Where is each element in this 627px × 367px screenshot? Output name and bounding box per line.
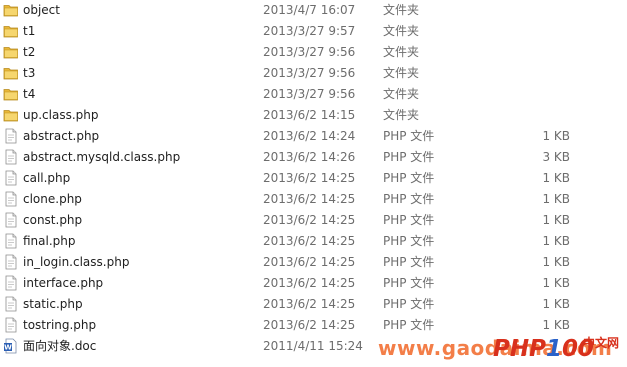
file-name: const.php	[23, 213, 83, 227]
file-name: t4	[23, 87, 36, 101]
file-size: 1 KB	[542, 192, 570, 206]
file-row[interactable]: abstract.mysqld.class.php 2013/6/2 14:26 P…	[0, 147, 627, 168]
file-type: PHP 文件	[383, 234, 435, 248]
file-name: t3	[23, 66, 36, 80]
file-date-modified: 2013/6/2 14:26	[263, 150, 356, 164]
file-row[interactable]: call.php 2013/6/2 14:25 PHP 文件 1 KB	[0, 168, 627, 189]
file-size: 1 KB	[542, 318, 570, 332]
file-name: tostring.php	[23, 318, 97, 332]
file-date-modified: 2013/3/27 9:57	[263, 24, 356, 38]
file-name: 面向对象.doc	[23, 339, 97, 353]
file-row[interactable]: tostring.php 2013/6/2 14:25 PHP 文件 1 KB	[0, 315, 627, 336]
svg-text:W: W	[4, 344, 12, 352]
php-file-icon	[3, 212, 19, 228]
file-date-modified: 2013/6/2 14:25	[263, 171, 356, 185]
file-type: PHP 文件	[383, 297, 435, 311]
file-size: 1 KB	[542, 171, 570, 185]
folder-icon	[3, 23, 19, 39]
file-row[interactable]: t2 2013/3/27 9:56 文件夹	[0, 42, 627, 63]
file-row[interactable]: in_login.class.php 2013/6/2 14:25 PHP 文件 1 …	[0, 252, 627, 273]
file-type: PHP 文件	[383, 171, 435, 185]
file-date-modified: 2013/6/2 14:25	[263, 318, 356, 332]
file-row[interactable]: W 面向对象.doc 2011/4/11 15:24	[0, 336, 627, 357]
file-size: 1 KB	[542, 255, 570, 269]
file-type: PHP 文件	[383, 129, 435, 143]
file-type: PHP 文件	[383, 192, 435, 206]
file-type: 文件夹	[383, 45, 420, 59]
file-date-modified: 2013/6/2 14:25	[263, 276, 356, 290]
file-name: call.php	[23, 171, 71, 185]
file-date-modified: 2013/6/2 14:25	[263, 234, 356, 248]
file-type: PHP 文件	[383, 276, 435, 290]
file-type: 文件夹	[383, 108, 420, 122]
file-row[interactable]: t1 2013/3/27 9:57 文件夹	[0, 21, 627, 42]
file-size: 1 KB	[542, 213, 570, 227]
php-file-icon	[3, 149, 19, 165]
file-row[interactable]: const.php 2013/6/2 14:25 PHP 文件 1 KB	[0, 210, 627, 231]
file-date-modified: 2013/6/2 14:25	[263, 192, 356, 206]
file-type: 文件夹	[383, 87, 420, 101]
file-row[interactable]: t4 2013/3/27 9:56 文件夹	[0, 84, 627, 105]
file-row[interactable]: clone.php 2013/6/2 14:25 PHP 文件 1 KB	[0, 189, 627, 210]
file-name: clone.php	[23, 192, 82, 206]
php-file-icon	[3, 233, 19, 249]
file-row[interactable]: static.php 2013/6/2 14:25 PHP 文件 1 KB	[0, 294, 627, 315]
file-size: 1 KB	[542, 276, 570, 290]
file-row[interactable]: t3 2013/3/27 9:56 文件夹	[0, 63, 627, 84]
file-date-modified: 2013/4/7 16:07	[263, 3, 356, 17]
file-date-modified: 2013/6/2 14:24	[263, 129, 356, 143]
word-doc-icon: W	[3, 338, 19, 354]
file-date-modified: 2013/6/2 14:25	[263, 297, 356, 311]
php-file-icon	[3, 128, 19, 144]
php-file-icon	[3, 275, 19, 291]
file-name: final.php	[23, 234, 76, 248]
file-date-modified: 2013/6/2 14:15	[263, 108, 356, 122]
file-name: abstract.mysqld.class.php	[23, 150, 181, 164]
folder-icon	[3, 107, 19, 123]
file-type: PHP 文件	[383, 255, 435, 269]
file-type: PHP 文件	[383, 150, 435, 164]
file-size: 1 KB	[542, 234, 570, 248]
php-file-icon	[3, 191, 19, 207]
file-name: static.php	[23, 297, 83, 311]
folder-icon	[3, 44, 19, 60]
php-file-icon	[3, 170, 19, 186]
file-type: 文件夹	[383, 24, 420, 38]
file-type: 文件夹	[383, 3, 420, 17]
file-type: 文件夹	[383, 66, 420, 80]
file-row[interactable]: up.class.php 2013/6/2 14:15 文件夹	[0, 105, 627, 126]
file-size: 1 KB	[542, 129, 570, 143]
file-size: 3 KB	[542, 150, 570, 164]
folder-icon	[3, 86, 19, 102]
php-file-icon	[3, 296, 19, 312]
file-date-modified: 2013/3/27 9:56	[263, 66, 356, 80]
folder-icon	[3, 2, 19, 18]
file-name: up.class.php	[23, 108, 99, 122]
file-type: PHP 文件	[383, 213, 435, 227]
file-date-modified: 2013/3/27 9:56	[263, 87, 356, 101]
file-row[interactable]: interface.php 2013/6/2 14:25 PHP 文件 1 KB	[0, 273, 627, 294]
file-date-modified: 2013/3/27 9:56	[263, 45, 356, 59]
file-name: t2	[23, 45, 36, 59]
php-file-icon	[3, 254, 19, 270]
file-list: object 2013/4/7 16:07 文件夹 t1 2013/3/27 9:57 文…	[0, 0, 627, 357]
file-date-modified: 2013/6/2 14:25	[263, 213, 356, 227]
file-name: abstract.php	[23, 129, 100, 143]
file-name: t1	[23, 24, 36, 38]
file-row[interactable]: final.php 2013/6/2 14:25 PHP 文件 1 KB	[0, 231, 627, 252]
file-type: PHP 文件	[383, 318, 435, 332]
file-name: in_login.class.php	[23, 255, 130, 269]
file-size: 1 KB	[542, 297, 570, 311]
php-file-icon	[3, 317, 19, 333]
folder-icon	[3, 65, 19, 81]
file-name: interface.php	[23, 276, 104, 290]
file-row[interactable]: abstract.php 2013/6/2 14:24 PHP 文件 1 KB	[0, 126, 627, 147]
file-row[interactable]: object 2013/4/7 16:07 文件夹	[0, 0, 627, 21]
file-name: object	[23, 3, 60, 17]
file-date-modified: 2013/6/2 14:25	[263, 255, 356, 269]
file-date-modified: 2011/4/11 15:24	[263, 339, 363, 353]
